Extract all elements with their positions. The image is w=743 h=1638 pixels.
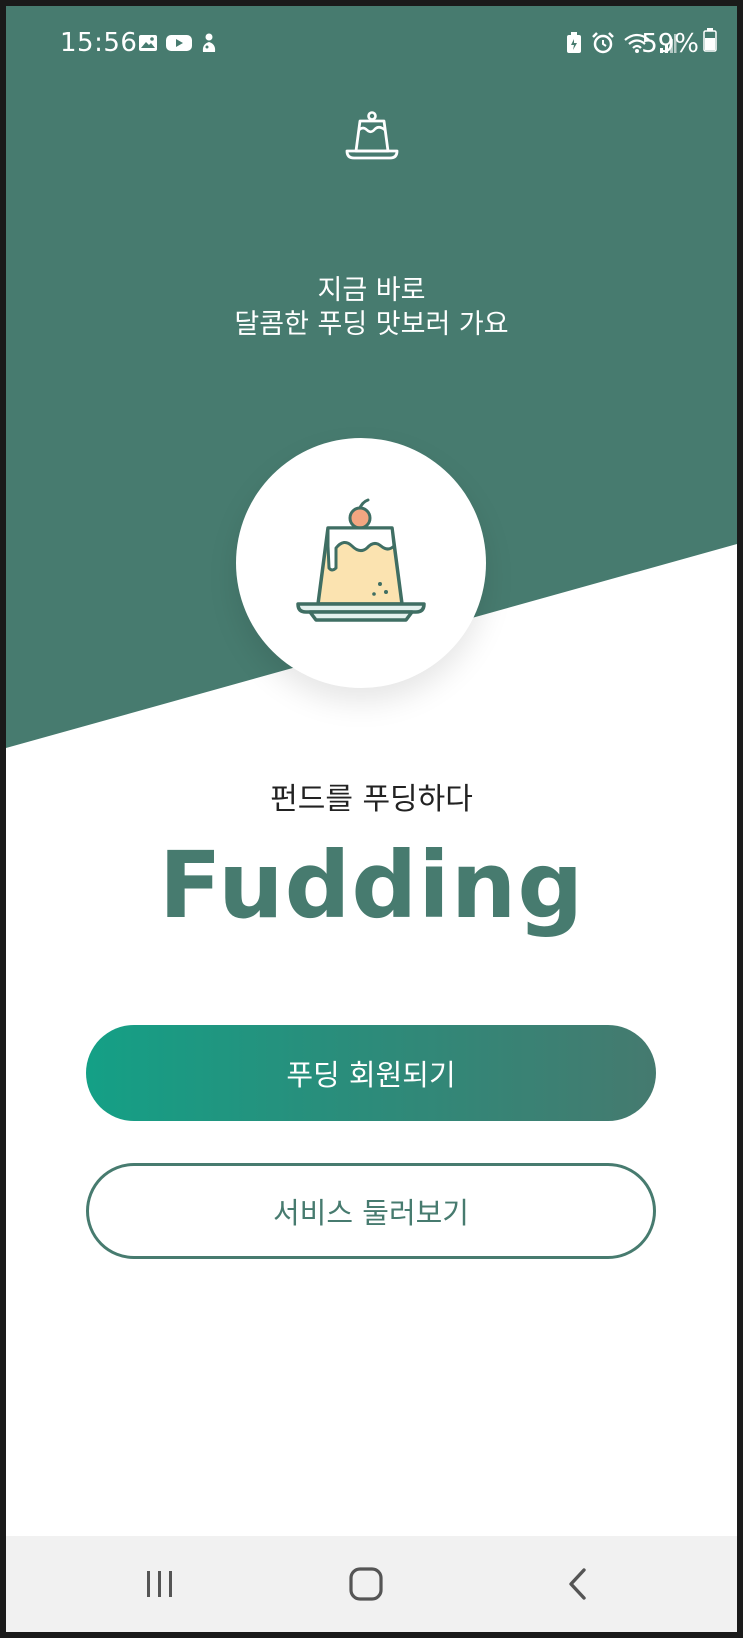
back-icon[interactable]	[558, 1564, 598, 1604]
headline-line-2: 달콤한 푸딩 맛보러 가요	[234, 309, 509, 340]
status-battery: 59%	[641, 28, 717, 59]
gallery-icon	[138, 33, 158, 57]
system-nav-bar	[6, 1536, 737, 1632]
signup-button-label: 푸딩 회원되기	[286, 1058, 456, 1092]
youtube-icon	[166, 33, 192, 57]
status-time: 15:56	[60, 28, 138, 58]
tagline: 펀드를 푸딩하다	[270, 782, 473, 817]
battery-icon	[703, 28, 717, 59]
brand-title: Fudding	[158, 832, 585, 939]
pudding-icon	[284, 496, 438, 630]
status-left-icons	[138, 32, 218, 58]
headline-line-1: 지금 바로	[317, 275, 426, 306]
recents-icon[interactable]	[140, 1564, 180, 1604]
battery-percent: 59%	[641, 28, 699, 59]
browse-service-button[interactable]: 서비스 둘러보기	[86, 1163, 656, 1259]
status-bar: 15:56 59%	[6, 6, 737, 86]
home-icon[interactable]	[346, 1564, 386, 1604]
pudding-outline-icon	[342, 106, 402, 166]
signup-button[interactable]: 푸딩 회원되기	[86, 1025, 656, 1121]
headline: 지금 바로 달콤한 푸딩 맛보러 가요	[6, 274, 737, 342]
app-screen: 15:56 59% 지금 바로 달콤한 푸딩 맛보러 가요 펀드를 푸딩하다 F…	[6, 6, 737, 1632]
app-notification-icon	[200, 32, 218, 58]
hero-circle	[236, 438, 486, 688]
battery-saver-icon	[566, 32, 582, 58]
browse-service-button-label: 서비스 둘러보기	[273, 1196, 469, 1230]
alarm-icon	[591, 32, 615, 58]
